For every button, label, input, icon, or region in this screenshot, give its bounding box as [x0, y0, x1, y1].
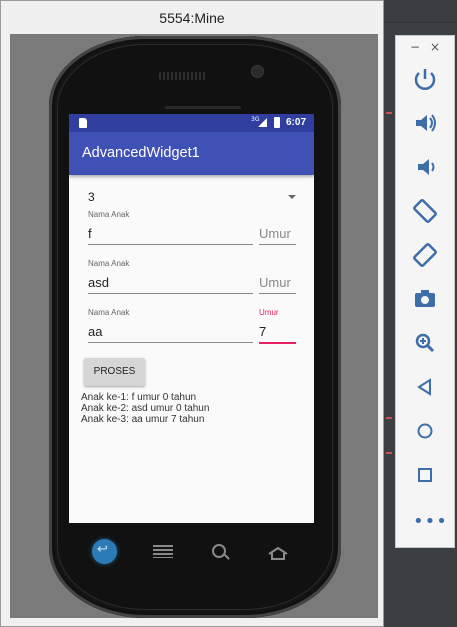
age-floating-label: Umur	[259, 308, 279, 317]
ide-error-marker	[386, 417, 392, 419]
home-button[interactable]	[268, 545, 288, 560]
proses-button[interactable]: PROSES	[84, 358, 145, 386]
search-button[interactable]	[212, 544, 226, 558]
speaker-grille	[159, 72, 207, 80]
rotate-right-icon[interactable]	[410, 240, 440, 270]
result-text: Anak ke-1: f umur 0 tahun Anak ke-2: asd…	[81, 392, 209, 425]
ide-toolbar-strip	[384, 0, 457, 23]
name-input-1[interactable]: f	[88, 224, 253, 245]
ide-error-marker	[386, 452, 392, 454]
app-bar: AdvancedWidget1	[69, 132, 314, 175]
ide-error-marker	[386, 112, 392, 114]
sd-card-icon	[79, 118, 87, 128]
name-label: Nama Anak	[88, 259, 130, 268]
battery-icon	[274, 117, 280, 128]
back-button[interactable]	[92, 539, 117, 564]
zoom-icon[interactable]	[410, 328, 440, 358]
device-screen: 3G 6:07 AdvancedWidget1 3 Nama Anak f Um…	[69, 114, 314, 523]
power-icon[interactable]	[410, 64, 440, 94]
status-bar: 3G 6:07	[69, 114, 314, 132]
status-time: 6:07	[286, 117, 307, 128]
back-icon[interactable]	[410, 372, 440, 402]
app-title: AdvancedWidget1	[82, 145, 200, 161]
minimize-button[interactable]: −	[410, 40, 420, 54]
earpiece-slot	[165, 106, 241, 109]
emulator-controls: − × •••	[395, 35, 455, 548]
name-input-2[interactable]: asd	[88, 273, 253, 294]
age-input-3[interactable]: 7	[259, 322, 296, 344]
dropdown-arrow-icon[interactable]	[288, 195, 296, 199]
result-line: Anak ke-1: f umur 0 tahun	[81, 392, 197, 403]
age-input-2[interactable]: Umur	[259, 273, 296, 294]
close-button[interactable]: ×	[430, 40, 440, 54]
name-label: Nama Anak	[88, 308, 130, 317]
result-line: Anak ke-2: asd umur 0 tahun	[81, 403, 210, 414]
more-icon[interactable]: •••	[413, 511, 448, 532]
age-input-1[interactable]: Umur	[259, 224, 296, 245]
name-input-3[interactable]: aa	[88, 322, 253, 343]
name-label: Nama Anak	[88, 210, 130, 219]
emulator-title: 5554:Mine	[159, 10, 225, 26]
volume-up-icon[interactable]	[410, 108, 440, 138]
volume-down-icon[interactable]	[410, 152, 440, 182]
front-camera	[251, 65, 264, 78]
menu-button[interactable]	[153, 545, 173, 558]
overview-icon[interactable]	[410, 460, 440, 490]
camera-icon[interactable]	[410, 284, 440, 314]
home-icon[interactable]	[410, 416, 440, 446]
home-icon	[268, 546, 288, 560]
result-line: Anak ke-3: aa umur 7 tahun	[81, 414, 205, 425]
rotate-left-icon[interactable]	[410, 196, 440, 226]
signal-icon	[258, 118, 267, 127]
child-count-spinner[interactable]: 3	[88, 190, 95, 204]
